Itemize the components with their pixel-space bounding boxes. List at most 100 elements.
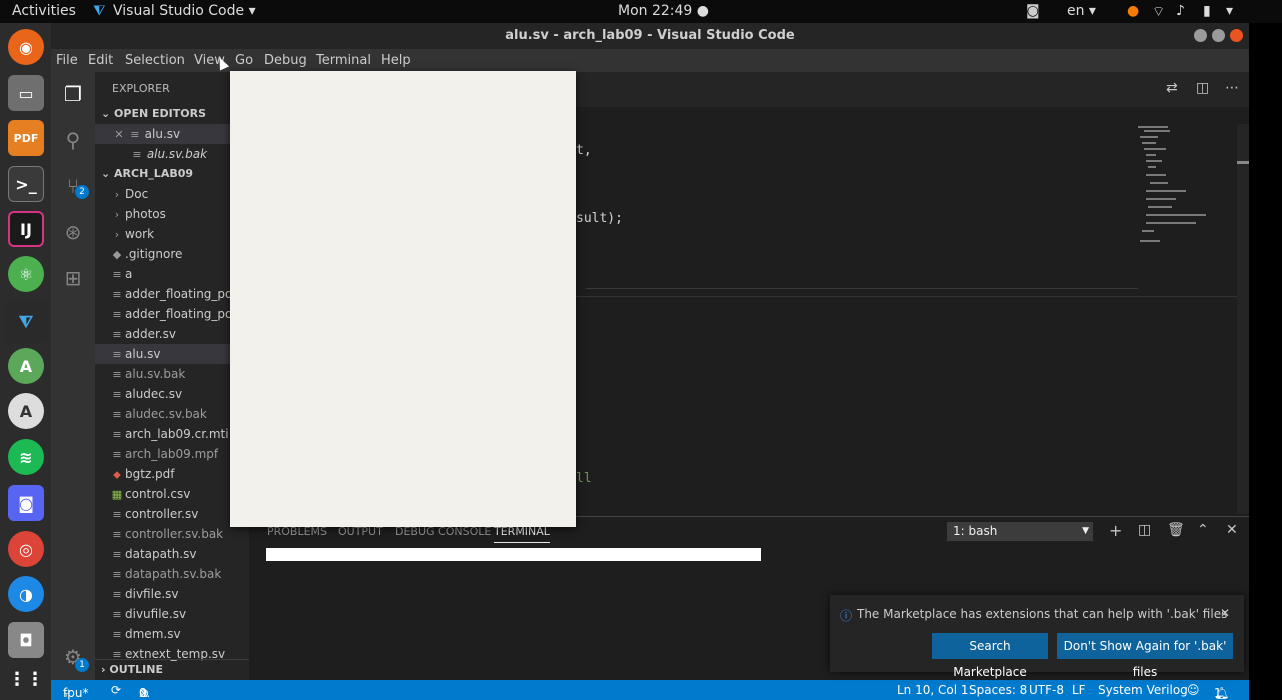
- file-tree-item[interactable]: › photos: [95, 204, 249, 224]
- folder-header[interactable]: ⌄ ARCH_LAB09: [95, 164, 249, 184]
- search-marketplace-button[interactable]: Search Marketplace: [932, 633, 1048, 679]
- atom-icon[interactable]: ⚛: [8, 256, 44, 292]
- compare-icon[interactable]: ⇄: [1166, 80, 1178, 96]
- camera-icon[interactable]: ◘: [8, 622, 44, 658]
- folder-label: ARCH_LAB09: [114, 167, 194, 180]
- file-tree-item[interactable]: ≡ adder_floating_poi: [95, 304, 249, 324]
- window-title: alu.sv - arch_lab09 - Visual Studio Code: [505, 28, 795, 43]
- intellij-icon[interactable]: IJ: [8, 211, 44, 247]
- open-editor-alu-bak[interactable]: ≡ alu.sv.bak: [95, 144, 249, 164]
- vscode-dock-icon[interactable]: ⧨: [4, 301, 48, 343]
- encoding[interactable]: UTF-8: [1029, 683, 1064, 697]
- file-tree-item[interactable]: ≡ alu.sv: [95, 344, 249, 364]
- activities-button[interactable]: Activities: [12, 3, 76, 19]
- file-tree-item[interactable]: ≡ arch_lab09.cr.mti: [95, 424, 249, 444]
- menu-edit[interactable]: Edit: [88, 53, 113, 68]
- file-tree-item[interactable]: › work: [95, 224, 249, 244]
- maximize-icon[interactable]: [1212, 29, 1225, 42]
- explorer-icon[interactable]: ❐: [59, 80, 87, 108]
- files-icon[interactable]: ▭: [8, 75, 44, 111]
- file-tree-item[interactable]: ≡ divufile.sv: [95, 604, 249, 624]
- editor-scrollbar[interactable]: [1237, 124, 1249, 514]
- firefox-icon[interactable]: ◉: [8, 29, 44, 65]
- terminal-select[interactable]: 1: bash ▼: [947, 522, 1093, 541]
- file-tree-item[interactable]: ≡ arch_lab09.mpf: [95, 444, 249, 464]
- clock[interactable]: Mon 22:49 ●: [618, 3, 709, 19]
- open-editor-alu[interactable]: ✕ ≡ alu.sv: [95, 124, 249, 144]
- notification-dot-icon: ●: [1127, 3, 1140, 19]
- close-icon[interactable]: ✕: [113, 125, 125, 144]
- minimap[interactable]: [1136, 124, 1211, 254]
- file-tree-label: arch_lab09.cr.mti: [125, 427, 229, 441]
- cursor-position[interactable]: Ln 10, Col 1: [897, 683, 969, 697]
- close-window-icon[interactable]: [1230, 29, 1243, 42]
- file-tree-item[interactable]: › Doc: [95, 184, 249, 204]
- software-updater-icon[interactable]: A: [8, 393, 44, 429]
- file-tree-item[interactable]: ⬥ bgtz.pdf: [95, 464, 249, 484]
- app-menu[interactable]: Visual Studio Code ▾: [113, 3, 256, 19]
- scroll-thumb[interactable]: [1237, 161, 1249, 164]
- close-notification-icon[interactable]: ✕: [1220, 606, 1230, 620]
- file-tree-item[interactable]: ≡ divfile.sv: [95, 584, 249, 604]
- file-tree-item[interactable]: ≡ datapath.sv.bak: [95, 564, 249, 584]
- volume-icon[interactable]: ♪: [1176, 3, 1185, 19]
- dont-show-again-button[interactable]: Don't Show Again for '.bak' files: [1057, 633, 1233, 679]
- file-tree-item[interactable]: ≡ datapath.sv: [95, 544, 249, 564]
- file-icon: ▦: [111, 488, 123, 501]
- file-tree-item[interactable]: ≡ alu.sv.bak: [95, 364, 249, 384]
- trash-icon[interactable]: 🗑: [1167, 522, 1185, 538]
- file-tree-label: controller.sv.bak: [125, 527, 224, 541]
- show-apps-icon[interactable]: ⋮⋮: [8, 661, 44, 697]
- file-icon: ≡: [112, 608, 122, 621]
- discord-tray-icon[interactable]: ◙: [1026, 3, 1040, 19]
- tab-terminal[interactable]: TERMINAL: [494, 525, 550, 543]
- split-editor-icon[interactable]: ◫: [1196, 80, 1209, 96]
- menu-help[interactable]: Help: [381, 53, 411, 68]
- new-terminal-icon[interactable]: +: [1109, 521, 1122, 540]
- menu-file[interactable]: File: [56, 53, 78, 68]
- terminal-icon[interactable]: >_: [8, 166, 44, 202]
- chrome-icon[interactable]: ◎: [8, 531, 44, 567]
- wifi-icon[interactable]: ⌔: [1152, 3, 1165, 21]
- file-tree-item[interactable]: ≡ controller.sv: [95, 504, 249, 524]
- pdf-app-icon[interactable]: PDF: [8, 120, 44, 156]
- outline-header[interactable]: › OUTLINE: [95, 659, 249, 679]
- file-tree-item[interactable]: ≡ controller.sv.bak: [95, 524, 249, 544]
- file-tree-item[interactable]: ≡ aludec.sv: [95, 384, 249, 404]
- menu-debug[interactable]: Debug: [264, 53, 307, 68]
- terminal-redacted-line[interactable]: [266, 548, 761, 561]
- search-icon[interactable]: ⚲: [59, 126, 87, 154]
- file-tree-item[interactable]: ≡ aludec.sv.bak: [95, 404, 249, 424]
- language-mode[interactable]: System Verilog: [1098, 683, 1188, 697]
- menu-go[interactable]: Go: [235, 53, 253, 68]
- file-tree-item[interactable]: ≡ adder.sv: [95, 324, 249, 344]
- minimize-icon[interactable]: [1194, 29, 1207, 42]
- extensions-icon[interactable]: ⊞: [59, 264, 87, 292]
- menu-terminal[interactable]: Terminal: [316, 53, 371, 68]
- indentation[interactable]: Spaces: 8: [969, 683, 1027, 697]
- app-icon[interactable]: ◑: [8, 576, 44, 612]
- battery-icon[interactable]: ▮: [1203, 3, 1211, 19]
- file-tree-item[interactable]: ◆ .gitignore: [95, 244, 249, 264]
- maximize-panel-icon[interactable]: ⌃: [1197, 522, 1209, 538]
- close-panel-icon[interactable]: ✕: [1226, 522, 1238, 538]
- language-indicator[interactable]: en ▾: [1067, 3, 1096, 19]
- file-tree-item[interactable]: ≡ a: [95, 264, 249, 284]
- discord-icon[interactable]: ◙: [8, 485, 44, 521]
- system-menu-icon[interactable]: ▾: [1226, 3, 1233, 19]
- view-menu-dropdown[interactable]: [230, 71, 576, 527]
- feedback-smiley-icon[interactable]: ☺: [1187, 683, 1200, 697]
- menu-selection[interactable]: Selection: [125, 53, 185, 68]
- android-studio-icon[interactable]: A: [8, 348, 44, 384]
- split-terminal-icon[interactable]: ◫: [1138, 522, 1151, 538]
- end-of-line[interactable]: LF: [1072, 683, 1086, 697]
- spotify-icon[interactable]: ≋: [8, 439, 44, 475]
- file-tree-item[interactable]: ≡ dmem.sv: [95, 624, 249, 644]
- file-icon: ≡: [112, 528, 122, 541]
- file-tree-item[interactable]: ▦ control.csv: [95, 484, 249, 504]
- open-editors-header[interactable]: ⌄ OPEN EDITORS: [95, 104, 249, 124]
- more-actions-icon[interactable]: ⋯: [1225, 80, 1239, 96]
- sync-icon[interactable]: ⟳: [111, 683, 121, 697]
- file-tree-item[interactable]: ≡ adder_floating_poi: [95, 284, 249, 304]
- debug-icon[interactable]: ⊛: [59, 218, 87, 246]
